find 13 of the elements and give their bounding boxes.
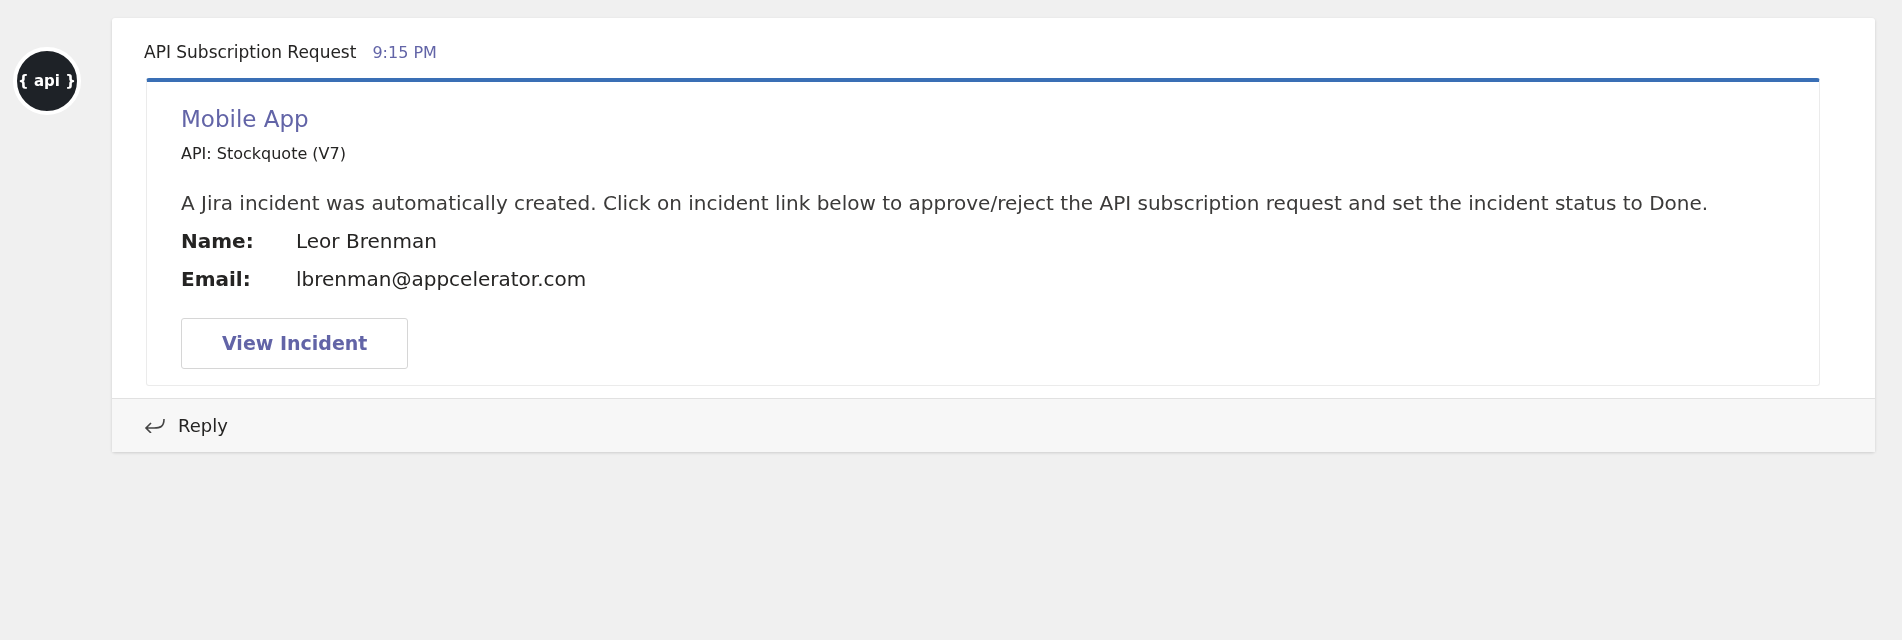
fact-value: Leor Brenman (296, 228, 437, 255)
sender-name: API Subscription Request (144, 41, 357, 64)
fact-label: Name: (181, 228, 255, 255)
card-subtitle: API: Stockquote (V7) (181, 143, 347, 165)
reply-link[interactable]: Reply (178, 411, 228, 439)
card-title: Mobile App (181, 104, 310, 134)
reply-icon (144, 417, 166, 433)
avatar: { api } (13, 47, 81, 115)
card-body-text: A Jira incident was automatically created. Click on incident link below to approve/reject the API subscription request and set the incident status to Done. (181, 190, 1710, 217)
view-incident-button[interactable]: View Incident (181, 318, 409, 369)
fact-label: Email: (181, 266, 252, 293)
fact-value: lbrenman@appcelerator.com (296, 266, 587, 293)
timestamp: 9:15 PM (372, 42, 437, 64)
